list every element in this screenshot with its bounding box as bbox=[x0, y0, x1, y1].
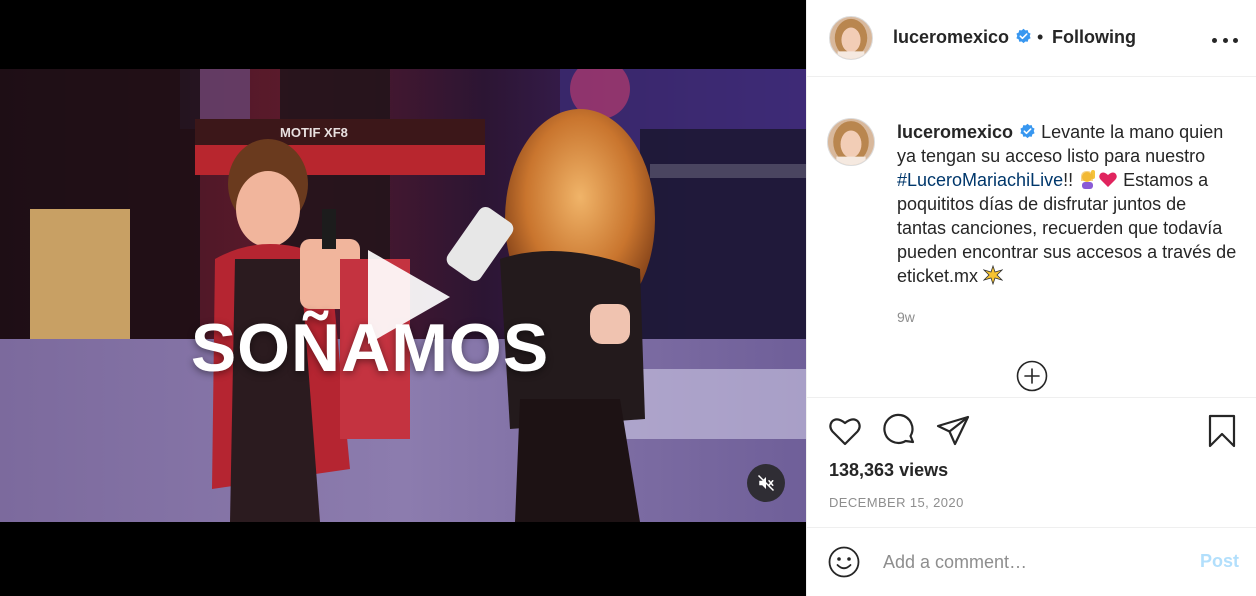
heart-emoji-icon bbox=[1099, 172, 1117, 187]
verified-badge-icon bbox=[1020, 123, 1035, 139]
sparkle-emoji-icon bbox=[983, 265, 1004, 285]
post-header: luceromexico • Following bbox=[807, 0, 1256, 77]
avatar[interactable] bbox=[827, 118, 875, 166]
post-actions: 138,363 views DECEMBER 15, 2020 bbox=[807, 398, 1256, 528]
verified-badge-icon bbox=[1016, 28, 1031, 44]
view-count[interactable]: 138,363 views bbox=[829, 460, 948, 481]
heart-icon bbox=[829, 418, 861, 446]
more-options-button[interactable] bbox=[1212, 30, 1238, 50]
avatar[interactable] bbox=[829, 16, 873, 60]
following-button[interactable]: Following bbox=[1052, 27, 1136, 48]
more-options-icon bbox=[1233, 37, 1238, 43]
post-time-ago: 9w bbox=[897, 309, 915, 325]
smiley-icon bbox=[828, 546, 860, 578]
person-raising-hand-emoji-icon bbox=[1081, 170, 1096, 189]
header-separator: • bbox=[1037, 27, 1044, 47]
comment-button[interactable] bbox=[882, 413, 918, 449]
caption-text: luceromexico Levante la mano quien ya te… bbox=[897, 120, 1237, 288]
bookmark-icon bbox=[1208, 414, 1236, 448]
hashtag-link[interactable]: #LuceroMariachiLive bbox=[897, 170, 1063, 190]
post-side-panel: luceromexico • Following luceromexico Le… bbox=[806, 0, 1256, 596]
comment-bubble-icon bbox=[883, 413, 915, 444]
share-button[interactable] bbox=[935, 413, 971, 449]
speaker-muted-icon bbox=[757, 474, 775, 492]
add-comment-bar: Post bbox=[807, 529, 1256, 596]
caption-username-text: luceromexico bbox=[897, 122, 1014, 142]
caption-body-part2: !! bbox=[1063, 170, 1079, 190]
post-media: MOTIF XF8 SOÑAMOS bbox=[0, 0, 806, 596]
post-date[interactable]: DECEMBER 15, 2020 bbox=[829, 495, 964, 510]
play-icon bbox=[368, 250, 450, 344]
more-options-icon bbox=[1222, 37, 1228, 43]
mute-toggle-button[interactable] bbox=[747, 464, 785, 502]
load-more-comments-button[interactable] bbox=[1016, 360, 1048, 392]
paper-plane-icon bbox=[936, 415, 970, 446]
plus-circle-icon bbox=[1016, 360, 1048, 392]
play-button[interactable] bbox=[360, 244, 456, 350]
more-options-icon bbox=[1212, 37, 1217, 43]
avatar-image bbox=[828, 119, 874, 165]
post-comment-button[interactable]: Post bbox=[1200, 551, 1239, 572]
like-button[interactable] bbox=[827, 413, 863, 449]
header-username-text: luceromexico bbox=[893, 27, 1010, 47]
caption-username-link[interactable]: luceromexico bbox=[897, 122, 1036, 142]
keyboard-brand-label: MOTIF XF8 bbox=[280, 125, 348, 140]
video-player[interactable]: MOTIF XF8 SOÑAMOS bbox=[0, 69, 806, 522]
avatar-image bbox=[830, 17, 872, 59]
header-username-link[interactable]: luceromexico bbox=[893, 27, 1032, 48]
save-button[interactable] bbox=[1204, 413, 1240, 449]
caption-section: luceromexico Levante la mano quien ya te… bbox=[807, 78, 1256, 398]
emoji-picker-button[interactable] bbox=[827, 545, 861, 579]
comment-input[interactable] bbox=[883, 547, 1183, 577]
